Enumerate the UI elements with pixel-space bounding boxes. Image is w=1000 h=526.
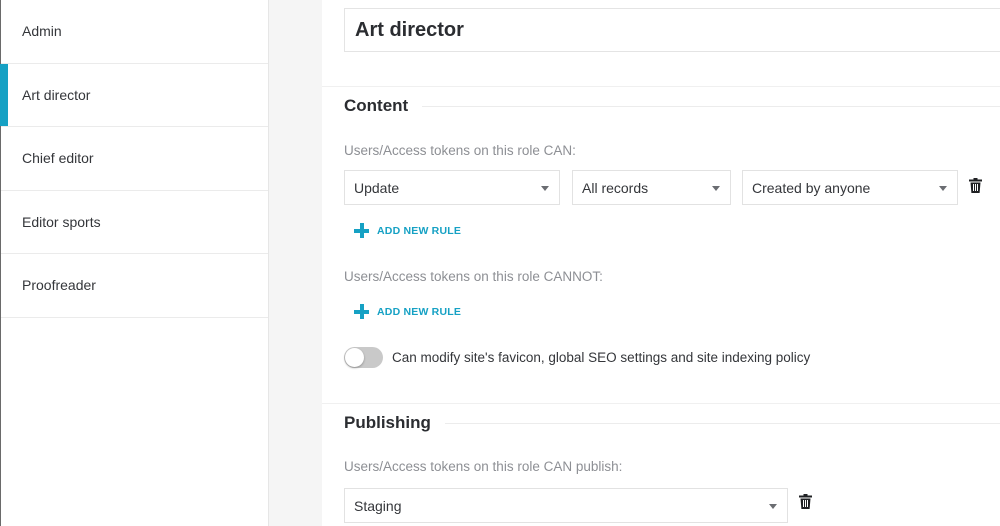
environment-select-value: Staging [354, 497, 402, 514]
publishing-heading-text: Publishing [344, 413, 431, 432]
role-editor: Art director Content Users/Access tokens… [322, 0, 1000, 526]
chevron-down-icon [769, 504, 777, 509]
can-caption: Users/Access tokens on this role CAN: [344, 143, 576, 158]
content-section-heading: Content [344, 96, 1000, 116]
sidebar-item-label: Art director [22, 86, 91, 103]
chevron-down-icon [939, 186, 947, 191]
publishing-section-heading: Publishing [344, 413, 1000, 433]
sidebar-item-chief-editor[interactable]: Chief editor [1, 127, 268, 191]
sidebar-item-label: Proofreader [22, 277, 96, 294]
trash-icon[interactable] [799, 494, 812, 509]
heading-rule [422, 105, 1000, 107]
section-divider [322, 403, 1000, 404]
sidebar-item-label: Admin [22, 23, 62, 40]
creator-select[interactable]: Created by anyone [742, 170, 958, 205]
favicon-seo-toggle[interactable] [344, 347, 383, 368]
sidebar-item-proofreader[interactable]: Proofreader [1, 254, 268, 318]
roles-sidebar: Admin Art director Chief editor Editor s… [0, 0, 269, 526]
sidebar-item-label: Editor sports [22, 213, 101, 230]
content-gutter [269, 0, 322, 526]
sidebar-item-art-director[interactable]: Art director [0, 63, 268, 127]
sidebar-item-admin[interactable]: Admin [1, 0, 268, 64]
chevron-down-icon [712, 186, 720, 191]
records-select-value: All records [582, 179, 649, 196]
add-rule-label: ADD NEW RULE [377, 305, 462, 318]
creator-select-value: Created by anyone [752, 179, 871, 196]
add-cannot-rule-button[interactable]: ADD NEW RULE [354, 304, 461, 319]
action-select-value: Update [354, 179, 400, 196]
publish-caption: Users/Access tokens on this role CAN pub… [344, 459, 623, 474]
action-select[interactable]: Update [344, 170, 560, 205]
heading-rule [444, 422, 1000, 424]
sidebar-item-label: Chief editor [22, 150, 94, 167]
favicon-seo-toggle-row: Can modify site's favicon, global SEO se… [344, 347, 810, 368]
environment-select[interactable]: Staging [344, 488, 788, 523]
plus-icon [354, 304, 369, 319]
trash-icon[interactable] [969, 178, 982, 193]
add-rule-label: ADD NEW RULE [377, 224, 462, 237]
content-heading-text: Content [344, 96, 409, 115]
records-select[interactable]: All records [572, 170, 731, 205]
plus-icon [354, 223, 369, 238]
toggle-label: Can modify site's favicon, global SEO se… [392, 350, 811, 365]
role-name-value: Art director [355, 18, 464, 41]
section-divider [322, 86, 1000, 87]
chevron-down-icon [541, 186, 549, 191]
sidebar-item-editor-sports[interactable]: Editor sports [1, 191, 268, 254]
add-can-rule-button[interactable]: ADD NEW RULE [354, 223, 461, 238]
cannot-caption: Users/Access tokens on this role CANNOT: [344, 269, 603, 284]
toggle-knob [345, 348, 364, 367]
role-name-input[interactable]: Art director [344, 8, 1000, 52]
